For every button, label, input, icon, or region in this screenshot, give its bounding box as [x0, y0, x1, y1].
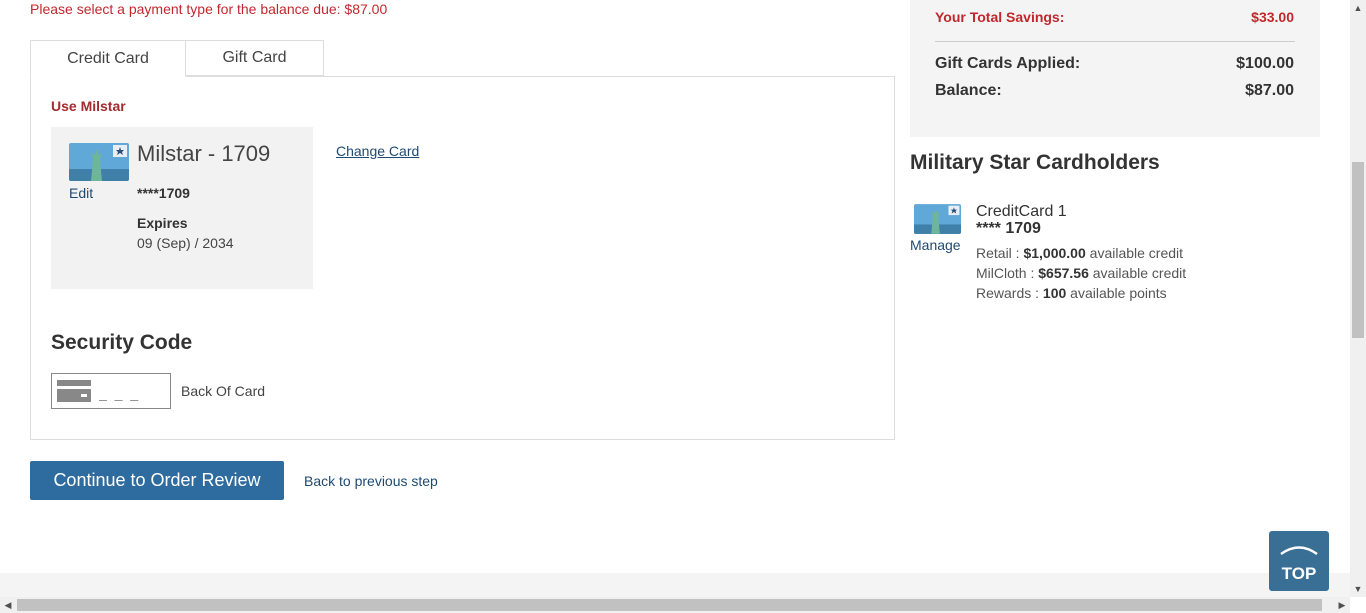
savings-value: $33.00	[1251, 9, 1294, 25]
chevron-up-icon	[1280, 546, 1318, 556]
manage-card-link[interactable]: Manage	[910, 237, 961, 253]
top-label: TOP	[1281, 564, 1317, 583]
scroll-down-arrow-icon[interactable]: ▼	[1350, 581, 1366, 597]
credit-line-milcloth: MilCloth : $657.56 available credit	[976, 265, 1186, 281]
vertical-scroll-thumb[interactable]	[1352, 162, 1364, 338]
credit-line-suffix: available credit	[1092, 265, 1187, 281]
gift-cards-applied-value: $100.00	[1236, 55, 1294, 72]
expires-value: 09 (Sep) / 2034	[137, 235, 234, 251]
back-to-top-button[interactable]: TOP	[1269, 531, 1329, 591]
scroll-up-arrow-icon[interactable]: ▲	[1350, 0, 1366, 16]
card-masked-number: ****1709	[137, 185, 190, 201]
credit-line-label: Retail :	[976, 245, 1020, 261]
credit-line-value: 100	[1042, 285, 1067, 301]
edit-card-link[interactable]: Edit	[69, 185, 93, 201]
cardholder-card-name: CreditCard 1	[976, 203, 1067, 220]
back-to-previous-step-link[interactable]: Back to previous step	[304, 473, 438, 489]
scroll-right-arrow-icon[interactable]: ▶	[1334, 597, 1350, 613]
credit-card-icon	[57, 380, 91, 402]
security-code-input[interactable]	[97, 380, 171, 406]
back-of-card-hint: Back Of Card	[181, 383, 266, 399]
credit-line-label: Rewards :	[976, 285, 1040, 301]
payment-alert: Please select a payment type for the bal…	[30, 1, 388, 17]
use-milstar-label: Use Milstar	[51, 98, 126, 114]
tab-gift-card[interactable]: Gift Card	[185, 40, 324, 76]
milstar-card-image	[69, 143, 129, 181]
card-title: Milstar - 1709	[137, 141, 271, 166]
scroll-left-arrow-icon[interactable]: ◀	[0, 597, 16, 613]
gift-cards-applied-label: Gift Cards Applied:	[935, 55, 1081, 72]
tab-credit-card[interactable]: Credit Card	[30, 40, 186, 77]
credit-line-retail: Retail : $1,000.00 available credit	[976, 245, 1183, 261]
change-card-link[interactable]: Change Card	[336, 143, 419, 159]
savings-label: Your Total Savings:	[935, 9, 1065, 25]
credit-line-suffix: available points	[1070, 285, 1167, 301]
summary-divider	[935, 41, 1295, 42]
balance-value: $87.00	[1245, 82, 1294, 99]
credit-line-rewards: Rewards : 100 available points	[976, 285, 1167, 301]
card-masked-number-text: ****1709	[137, 185, 190, 201]
expires-label: Expires	[137, 215, 188, 231]
credit-line-label: MilCloth :	[976, 265, 1035, 281]
credit-line-value: $657.56	[1038, 265, 1089, 281]
credit-line-suffix: available credit	[1089, 245, 1184, 261]
cardholder-card-number: **** 1709	[976, 220, 1041, 237]
continue-to-order-review-button[interactable]: Continue to Order Review	[30, 461, 284, 500]
security-code-title: Security Code	[51, 331, 193, 354]
balance-label: Balance:	[935, 82, 1002, 99]
cardholder-card-image	[914, 204, 961, 234]
horizontal-scroll-thumb[interactable]	[17, 599, 1322, 611]
credit-line-value: $1,000.00	[1023, 245, 1086, 261]
military-star-title: Military Star Cardholders	[910, 151, 1160, 174]
